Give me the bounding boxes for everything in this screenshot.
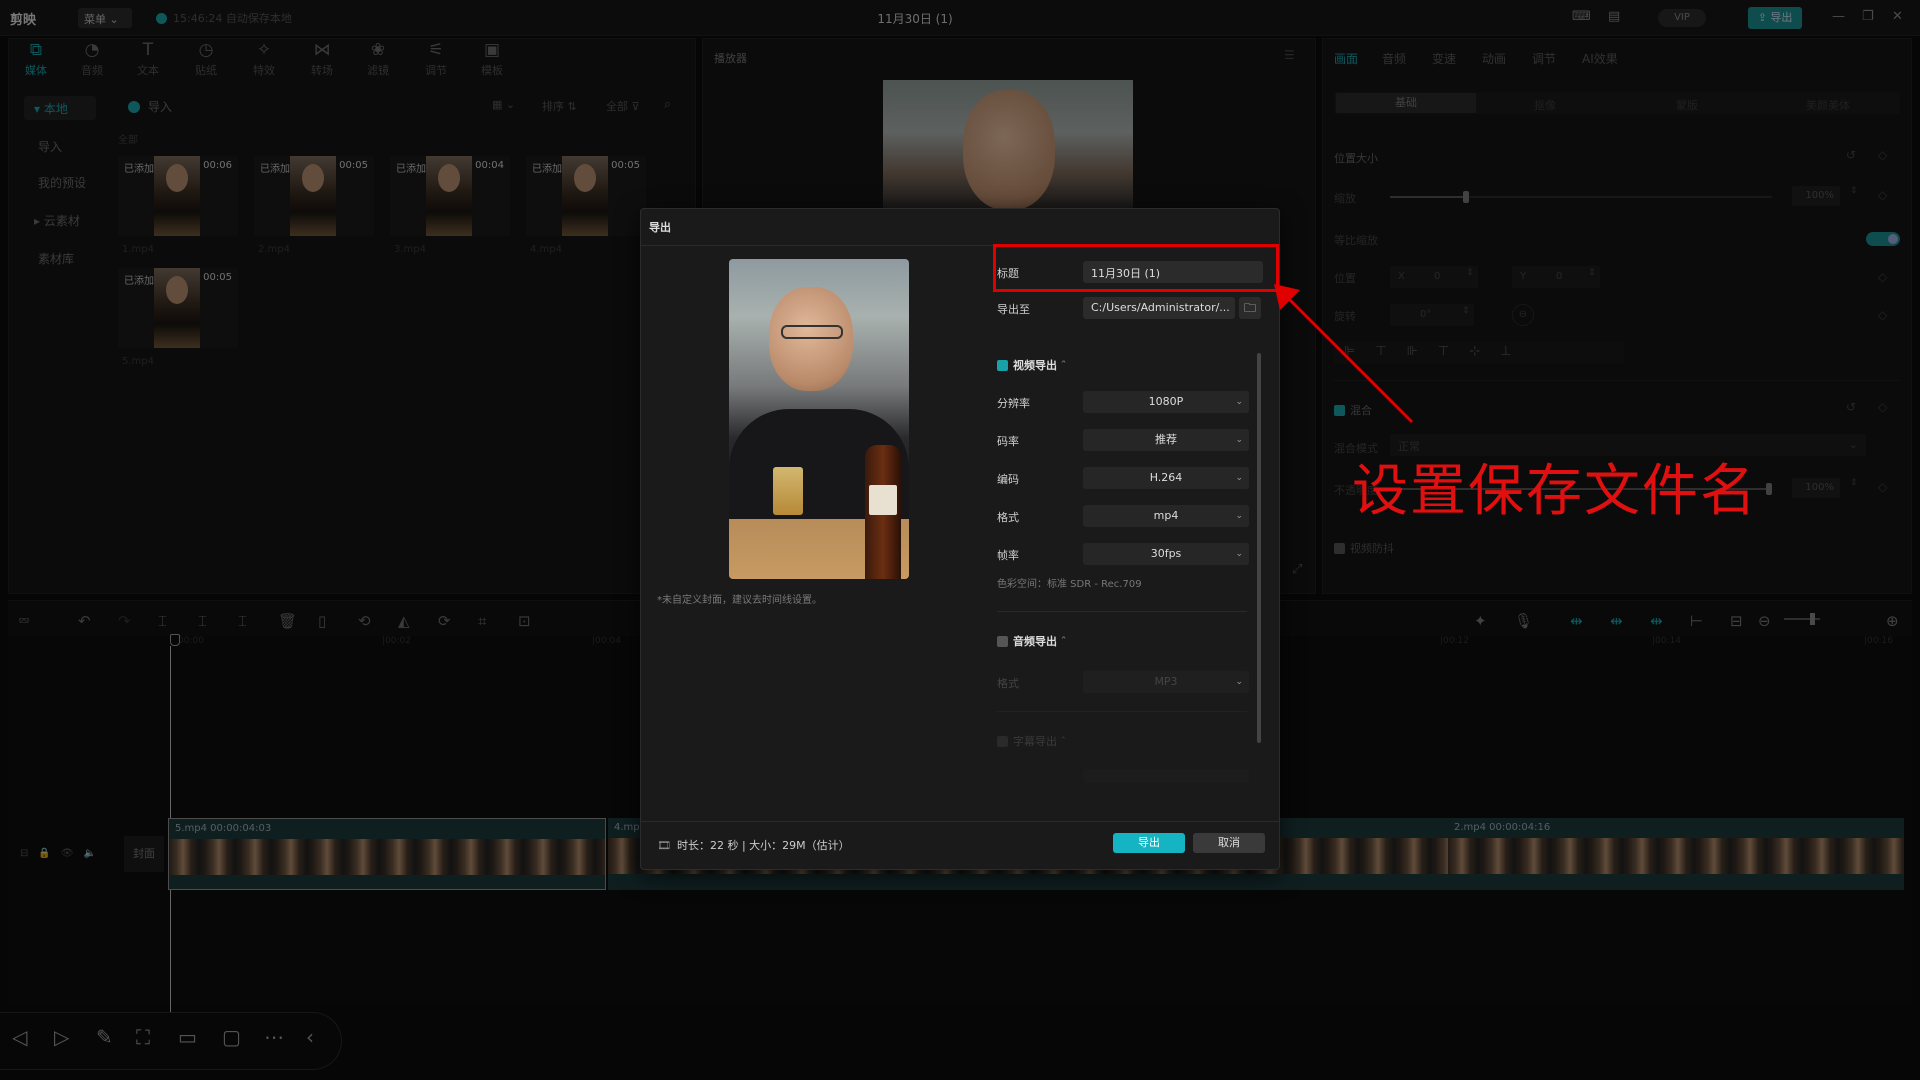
summary-text: 时长：22 秒 | 大小：29M（估计）	[676, 839, 850, 852]
fps-select[interactable]: 30fps ⌄	[1083, 543, 1249, 565]
audio-export-heading[interactable]: 音频导出 ˆ	[997, 633, 1066, 649]
chevron-down-icon: ⌄	[1235, 397, 1243, 407]
export-button[interactable]: 导出	[1113, 833, 1185, 853]
bitrate-value: 推荐	[1155, 433, 1177, 446]
cover-face	[769, 287, 853, 391]
resolution-label: 分辨率	[997, 397, 1030, 410]
chevron-up-icon: ˆ	[1060, 635, 1067, 648]
cover-preview[interactable]	[729, 259, 909, 579]
video-export-label: 视频导出	[1013, 359, 1057, 372]
annotation-text: 设置保存文件名	[1352, 459, 1758, 524]
export-summary: 🎞 时长：22 秒 | 大小：29M（估计）	[657, 837, 850, 853]
dialog-scrollbar[interactable]	[1257, 353, 1261, 743]
video-editor-window: 剪映 菜单 ⌄ 15:46:24 自动保存本地 11月30日 (1) ⌨ ▤ V…	[0, 0, 1920, 1080]
chevron-down-icon: ⌄	[1235, 435, 1243, 445]
bitrate-select[interactable]: 推荐 ⌄	[1083, 429, 1249, 451]
cover-glasses	[781, 325, 843, 339]
export-dialog: 导出 *未自定义封面，建议去时间线设置。 标题 11月30日 (1) 导出至 C…	[640, 208, 1280, 870]
cover-note: *未自定义封面，建议去时间线设置。	[657, 595, 822, 606]
audio-format-value: MP3	[1154, 675, 1178, 688]
chevron-up-icon: ˆ	[1060, 735, 1067, 748]
fps-label: 帧率	[997, 549, 1019, 562]
annotation-arrow	[1274, 284, 1414, 424]
chevron-down-icon: ⌄	[1235, 511, 1243, 521]
audio-format-label: 格式	[997, 677, 1019, 690]
subtitle-format-select[interactable]	[1083, 769, 1249, 783]
cover-bottle	[865, 445, 901, 579]
video-export-checkbox[interactable]	[997, 360, 1008, 371]
dialog-title: 导出	[649, 221, 671, 234]
annotation-highlight-box	[993, 244, 1279, 292]
bottle-label	[869, 485, 897, 515]
format-select[interactable]: mp4 ⌄	[1083, 505, 1249, 527]
resolution-value: 1080P	[1148, 395, 1184, 408]
path-label: 导出至	[997, 303, 1030, 316]
subtitle-export-heading[interactable]: 字幕导出 ˆ	[997, 733, 1066, 749]
audio-export-checkbox[interactable]	[997, 636, 1008, 647]
film-icon: 🎞	[657, 839, 671, 852]
video-export-heading[interactable]: 视频导出 ˆ	[997, 357, 1066, 373]
subtitle-export-label: 字幕导出	[1013, 735, 1057, 748]
codec-value: H.264	[1149, 471, 1183, 484]
cancel-button[interactable]: 取消	[1193, 833, 1265, 853]
bitrate-label: 码率	[997, 435, 1019, 448]
fps-value: 30fps	[1150, 547, 1182, 560]
cover-glass-of-beer	[773, 467, 803, 515]
codec-select[interactable]: H.264 ⌄	[1083, 467, 1249, 489]
section-divider	[997, 711, 1247, 712]
chevron-down-icon: ⌄	[1235, 549, 1243, 559]
chevron-down-icon: ⌄	[1235, 473, 1243, 483]
folder-icon[interactable]: 🗀	[1239, 297, 1261, 319]
resolution-select[interactable]: 1080P ⌄	[1083, 391, 1249, 413]
codec-label: 编码	[997, 473, 1019, 486]
chevron-down-icon: ⌄	[1235, 677, 1243, 687]
footer-divider	[641, 821, 1279, 822]
subtitle-export-checkbox[interactable]	[997, 736, 1008, 747]
audio-export-label: 音频导出	[1013, 635, 1057, 648]
format-value: mp4	[1153, 509, 1179, 522]
export-path-input[interactable]: C:/Users/Administrator/...	[1083, 297, 1235, 319]
arrow-shaft	[1282, 292, 1414, 424]
format-label: 格式	[997, 511, 1019, 524]
color-space-text: 色彩空间：标准 SDR - Rec.709	[997, 579, 1142, 590]
audio-format-select[interactable]: MP3 ⌄	[1083, 671, 1249, 693]
chevron-up-icon: ˆ	[1060, 359, 1067, 372]
section-divider	[997, 611, 1247, 612]
